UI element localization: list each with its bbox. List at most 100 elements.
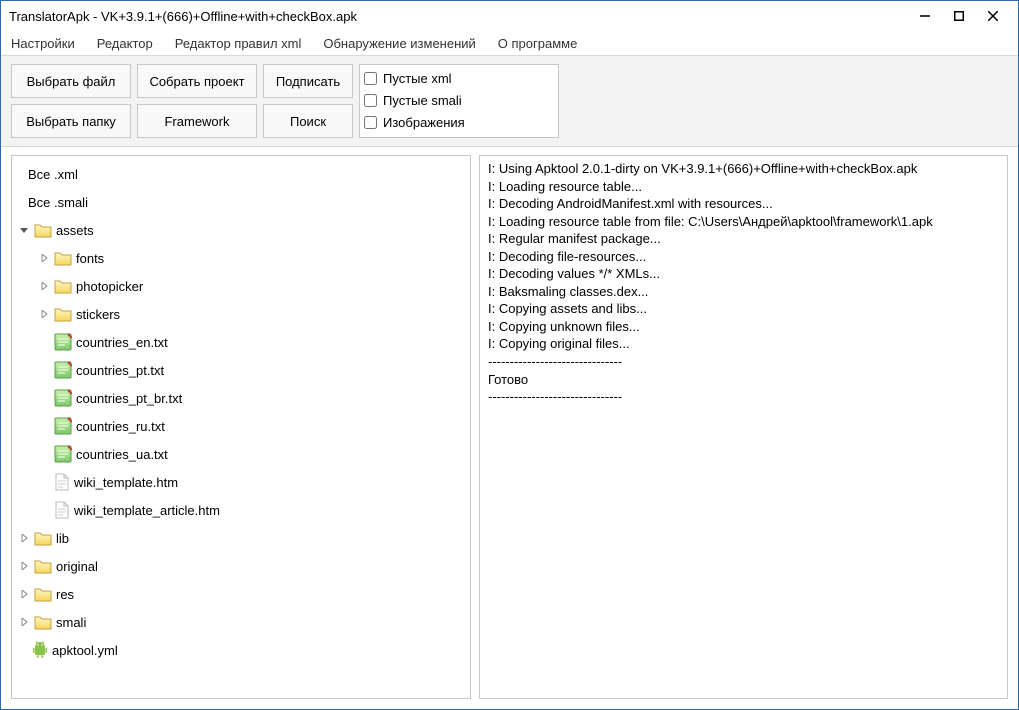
folder-icon — [34, 530, 52, 546]
tree-lib-label: lib — [56, 531, 69, 546]
chevron-right-icon[interactable] — [18, 618, 30, 626]
maximize-button[interactable] — [942, 5, 976, 27]
folder-icon — [34, 586, 52, 602]
tree-stickers[interactable]: stickers — [14, 300, 468, 328]
log-line: I: Baksmaling classes.dex... — [488, 283, 999, 301]
tree-apktool-yml-label: apktool.yml — [52, 643, 118, 658]
log-done: Готово — [488, 371, 999, 389]
log-line: I: Copying unknown files... — [488, 318, 999, 336]
chevron-down-icon[interactable] — [18, 226, 30, 234]
tree-all-xml[interactable]: Все .xml — [14, 160, 468, 188]
log-separator: ------------------------------- — [488, 353, 999, 371]
select-folder-button[interactable]: Выбрать папку — [11, 104, 131, 138]
log-line: I: Copying original files... — [488, 335, 999, 353]
tree-countries-ua[interactable]: countries_ua.txt — [14, 440, 468, 468]
tree-stickers-label: stickers — [76, 307, 120, 322]
tree-photopicker-label: photopicker — [76, 279, 143, 294]
toolbar: Выбрать файл Выбрать папку Собрать проек… — [1, 55, 1018, 147]
menu-about[interactable]: О программе — [494, 34, 582, 53]
window-title: TranslatorApk - VK+3.9.1+(666)+Offline+w… — [9, 9, 908, 24]
chevron-right-icon[interactable] — [38, 310, 50, 318]
tree-wiki-template-label: wiki_template.htm — [74, 475, 178, 490]
menu-editor[interactable]: Редактор — [93, 34, 157, 53]
chevron-right-icon[interactable] — [18, 562, 30, 570]
sign-button[interactable]: Подписать — [263, 64, 353, 98]
search-button[interactable]: Поиск — [263, 104, 353, 138]
menubar: Настройки Редактор Редактор правил xml О… — [1, 31, 1018, 55]
folder-icon — [54, 278, 72, 294]
filter-empty-xml[interactable]: Пустые xml — [364, 67, 554, 89]
tree-fonts-label: fonts — [76, 251, 104, 266]
chevron-right-icon[interactable] — [18, 534, 30, 542]
log-separator: ------------------------------- — [488, 388, 999, 406]
filter-empty-smali-label: Пустые smali — [383, 93, 462, 108]
filter-empty-smali[interactable]: Пустые smali — [364, 89, 554, 111]
build-project-button[interactable]: Собрать проект — [137, 64, 257, 98]
tree-all-xml-label: Все .xml — [28, 167, 78, 182]
filter-empty-xml-checkbox[interactable] — [364, 72, 377, 85]
log-line: I: Regular manifest package... — [488, 230, 999, 248]
log-line: I: Decoding file-resources... — [488, 248, 999, 266]
tree-res-label: res — [56, 587, 74, 602]
log-panel[interactable]: I: Using Apktool 2.0.1-dirty on VK+3.9.1… — [479, 155, 1008, 699]
text-file-icon — [54, 361, 72, 379]
chevron-right-icon[interactable] — [18, 590, 30, 598]
tree-lib[interactable]: lib — [14, 524, 468, 552]
text-file-icon — [54, 389, 72, 407]
filter-images-checkbox[interactable] — [364, 116, 377, 129]
folder-icon — [34, 558, 52, 574]
filter-panel[interactable]: Пустые xml Пустые smali Изображения — [359, 64, 559, 138]
tree-res[interactable]: res — [14, 580, 468, 608]
tree-smali[interactable]: smali — [14, 608, 468, 636]
close-icon — [988, 11, 998, 21]
select-file-button[interactable]: Выбрать файл — [11, 64, 131, 98]
menu-xml-rules-editor[interactable]: Редактор правил xml — [171, 34, 306, 53]
folder-icon — [34, 614, 52, 630]
tree-photopicker[interactable]: photopicker — [14, 272, 468, 300]
minimize-icon — [920, 11, 930, 21]
tree-wiki-template-article[interactable]: wiki_template_article.htm — [14, 496, 468, 524]
chevron-right-icon[interactable] — [38, 282, 50, 290]
close-button[interactable] — [976, 5, 1010, 27]
log-line: I: Loading resource table from file: C:\… — [488, 213, 999, 231]
log-line: I: Using Apktool 2.0.1-dirty on VK+3.9.1… — [488, 160, 999, 178]
tree-all-smali-label: Все .smali — [28, 195, 88, 210]
text-file-icon — [54, 445, 72, 463]
menu-settings[interactable]: Настройки — [7, 34, 79, 53]
tree-wiki-template-article-label: wiki_template_article.htm — [74, 503, 220, 518]
filter-images-label: Изображения — [383, 115, 465, 130]
log-line: I: Decoding AndroidManifest.xml with res… — [488, 195, 999, 213]
tree-countries-pt-br-label: countries_pt_br.txt — [76, 391, 182, 406]
minimize-button[interactable] — [908, 5, 942, 27]
tree-countries-en-label: countries_en.txt — [76, 335, 168, 350]
folder-icon — [34, 222, 52, 238]
tree-original[interactable]: original — [14, 552, 468, 580]
filter-empty-smali-checkbox[interactable] — [364, 94, 377, 107]
tree-countries-ru[interactable]: countries_ru.txt — [14, 412, 468, 440]
chevron-right-icon[interactable] — [38, 254, 50, 262]
text-file-icon — [54, 417, 72, 435]
titlebar: TranslatorApk - VK+3.9.1+(666)+Offline+w… — [1, 1, 1018, 31]
menu-change-detection[interactable]: Обнаружение изменений — [319, 34, 479, 53]
tree-countries-pt-label: countries_pt.txt — [76, 363, 164, 378]
folder-icon — [54, 306, 72, 322]
filter-images[interactable]: Изображения — [364, 111, 554, 133]
maximize-icon — [954, 11, 964, 21]
content-area: Все .xml Все .smali assets — [1, 147, 1018, 709]
tree-assets[interactable]: assets — [14, 216, 468, 244]
tree-fonts[interactable]: fonts — [14, 244, 468, 272]
framework-button[interactable]: Framework — [137, 104, 257, 138]
log-line: I: Copying assets and libs... — [488, 300, 999, 318]
tree-all-smali[interactable]: Все .smali — [14, 188, 468, 216]
tree-assets-label: assets — [56, 223, 94, 238]
file-tree[interactable]: Все .xml Все .smali assets — [11, 155, 471, 699]
document-icon — [54, 501, 70, 519]
tree-countries-en[interactable]: countries_en.txt — [14, 328, 468, 356]
document-icon — [54, 473, 70, 491]
log-line: I: Decoding values */* XMLs... — [488, 265, 999, 283]
tree-apktool-yml[interactable]: apktool.yml — [14, 636, 468, 664]
tree-countries-ua-label: countries_ua.txt — [76, 447, 168, 462]
tree-countries-pt[interactable]: countries_pt.txt — [14, 356, 468, 384]
tree-countries-pt-br[interactable]: countries_pt_br.txt — [14, 384, 468, 412]
tree-wiki-template[interactable]: wiki_template.htm — [14, 468, 468, 496]
